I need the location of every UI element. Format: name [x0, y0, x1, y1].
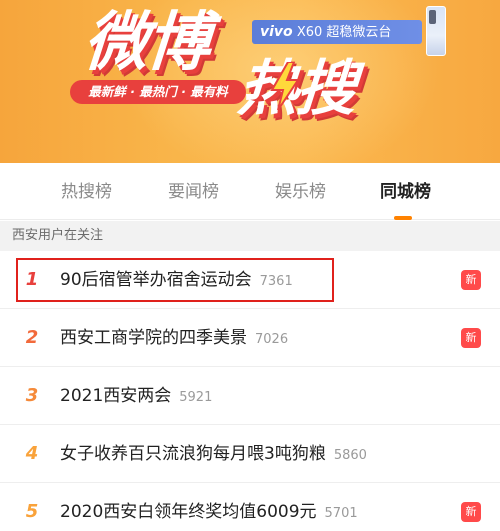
highlight-annotation-box	[16, 258, 334, 302]
item-count: 5860	[333, 448, 367, 463]
list-item[interactable]: 5 2020西安白领年终奖均值6009元 5701 新	[0, 483, 500, 531]
item-headline-wrap: 2021西安两会 5921	[60, 367, 212, 425]
tab-hot-search[interactable]: 热搜榜	[61, 181, 112, 203]
new-badge: 新	[461, 270, 481, 290]
item-title: 2020西安白领年终奖均值6009元	[60, 502, 317, 522]
item-headline-wrap: 2020西安白领年终奖均值6009元 5701	[60, 483, 358, 531]
active-tab-indicator	[394, 216, 412, 220]
tab-news[interactable]: 要闻榜	[168, 181, 219, 203]
hot-search-banner: 微博 热搜 最新鲜 · 最热门 · 最有料 vivo X60 超稳微云台	[0, 0, 500, 163]
section-header: 西安用户在关注	[0, 221, 500, 251]
item-headline-wrap: 女子收养百只流浪狗每月喂3吨狗粮 5860	[60, 425, 367, 483]
item-title: 女子收养百只流浪狗每月喂3吨狗粮	[60, 444, 326, 464]
sponsor-ad-badge[interactable]: vivo X60 超稳微云台	[252, 20, 422, 44]
rank-number: 4	[25, 443, 39, 464]
rank-number: 5	[25, 501, 39, 522]
list-item[interactable]: 2 西安工商学院的四季美景 7026 新	[0, 309, 500, 367]
hot-search-list: 1 90后宿管举办宿舍运动会 7361 新 2 西安工商学院的四季美景 7026 新…	[0, 251, 500, 531]
list-item[interactable]: 3 2021西安两会 5921	[0, 367, 500, 425]
item-title: 2021西安两会	[60, 386, 172, 406]
list-item[interactable]: 4 女子收养百只流浪狗每月喂3吨狗粮 5860	[0, 425, 500, 483]
ranking-tabs: 热搜榜 要闻榜 娱乐榜 同城榜	[0, 163, 500, 220]
item-title: 西安工商学院的四季美景	[60, 328, 247, 348]
tab-local[interactable]: 同城榜	[380, 181, 431, 203]
lightning-icon	[270, 62, 300, 110]
item-count: 5921	[179, 390, 213, 405]
item-count: 7026	[255, 332, 289, 347]
tab-entertainment[interactable]: 娱乐榜	[275, 181, 326, 203]
item-count: 5701	[324, 506, 358, 521]
rank-number: 3	[25, 385, 39, 406]
sponsor-text: X60 超稳微云台	[296, 25, 392, 40]
list-item[interactable]: 1 90后宿管举办宿舍运动会 7361 新	[0, 251, 500, 309]
banner-title-weibo: 微博	[81, 6, 211, 80]
new-badge: 新	[461, 328, 481, 348]
banner-slogan: 最新鲜 · 最热门 · 最有料	[70, 80, 246, 104]
new-badge: 新	[461, 502, 481, 522]
item-headline-wrap: 西安工商学院的四季美景 7026	[60, 309, 288, 367]
phone-camera-icon	[429, 10, 436, 24]
sponsor-brand: vivo	[260, 24, 293, 40]
rank-number: 2	[25, 327, 39, 348]
